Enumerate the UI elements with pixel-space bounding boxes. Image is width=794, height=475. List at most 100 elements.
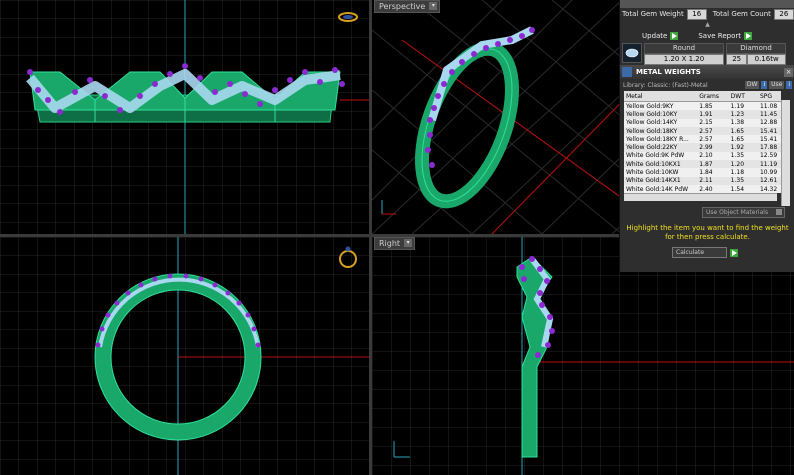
top-view-canvas [0,237,369,475]
cell-metal: Yellow Gold:22KY [626,144,678,152]
cell-metal: Yellow Gold:14KY [626,119,678,127]
cell-metal: White Gold:10KX1 [626,160,681,168]
play-icon [743,32,752,40]
cell-metal: White Gold:14KX1 [626,177,681,185]
play-icon [670,32,679,40]
cell-grams: 1.87 [699,160,713,168]
cell-grams: 2.15 [699,119,713,127]
cell-spg: 11.19 [759,160,778,168]
cell-spg: 12.88 [759,119,778,127]
gem-shape-label: Round [644,43,724,54]
table-row[interactable]: White Gold:14KX1 2.11 1.35 12.61 [624,176,781,185]
table-row[interactable]: Yellow Gold:9KY 1.85 1.19 11.08 [624,102,781,111]
cell-dwt: 1.38 [730,119,745,127]
cell-dwt: 1.23 [730,110,745,118]
table-row[interactable]: Yellow Gold:18KY 2.57 1.65 15.41 [624,126,781,136]
total-gem-weight-label: Total Gem Weight [622,10,684,18]
actions-row: Update Save Report [620,30,794,42]
total-gem-count-value: 26 [773,8,794,20]
metal-weights-header: METAL WEIGHTS × [620,65,794,79]
use-object-materials-checkbox[interactable]: Use Object Materials [702,207,785,219]
table-row[interactable]: Yellow Gold:22KY 2.99 1.92 17.88 [624,143,781,152]
viewport-label-right[interactable]: Right ▾ [374,237,416,250]
calculate-row: Calculate [672,247,794,259]
library-row: Library: Classic: (Fast)-Metal DW i Use … [620,79,794,91]
metal-weights-title: METAL WEIGHTS [636,68,701,76]
column-header-spg[interactable]: SPG [757,91,781,102]
right-view-canvas [372,237,794,475]
gem-material-label: Diamond [726,43,786,54]
cell-spg: 12.61 [759,177,778,185]
calculate-select[interactable]: Calculate [672,247,727,259]
cell-spg: 17.88 [759,144,778,152]
use-button[interactable]: Use [769,81,785,89]
cell-spg: 10.99 [759,169,778,177]
close-icon[interactable]: × [784,67,793,77]
cell-dwt: 1.19 [730,102,745,110]
cell-grams: 2.99 [699,144,713,152]
viewport-label-perspective[interactable]: Perspective ▾ [374,0,441,13]
info-icon[interactable]: i [761,81,768,89]
hint-text: Highlight the item you want to find the … [626,224,789,242]
viewport-divider-vertical[interactable] [369,0,372,475]
dw-button[interactable]: DW [744,81,760,89]
cell-grams: 1.84 [699,169,713,177]
cell-spg: 14.32 [759,185,778,193]
collapse-arrow-icon[interactable]: ▲ [705,21,710,28]
table-row[interactable]: White Gold:10KW 1.84 1.18 10.99 [624,168,781,176]
viewport-right[interactable]: Right ▾ [372,237,794,475]
cell-metal: Yellow Gold:18KY [626,127,678,135]
total-gem-count-label: Total Gem Count [712,10,771,18]
cell-dwt: 1.20 [730,160,745,168]
round-gem-icon [622,43,642,63]
cell-spg: 15.41 [759,127,778,135]
cell-spg: 12.59 [759,152,778,160]
front-view-canvas [0,0,369,234]
table-row[interactable]: White Gold:10KX1 1.87 1.20 11.19 [624,160,781,169]
info-icon[interactable]: i [786,81,792,89]
total-gem-weight-value: 16 [686,8,707,20]
update-button[interactable]: Update [642,32,679,40]
cell-metal: Yellow Gold:18KY R... [626,135,689,143]
gem-shape-cell: Round 1.20 X 1.20 [644,43,724,65]
cell-grams: 1.85 [699,102,713,110]
calculate-button[interactable] [730,248,738,257]
gem-row[interactable]: Round 1.20 X 1.20 Diamond 25 0.16tw [622,43,793,65]
cell-spg: 11.08 [759,102,778,110]
collapse-row: ▲ [620,20,794,28]
table-row[interactable]: Yellow Gold:14KY 2.15 1.38 12.88 [624,119,781,127]
cell-grams: 2.10 [699,152,713,160]
cell-dwt: 1.54 [730,185,745,193]
cell-metal: White Gold:10KW [626,169,679,177]
table-row[interactable]: White Gold:14K PdW 2.40 1.54 14.32 [624,185,781,193]
cell-dwt: 1.35 [730,177,745,185]
cell-grams: 2.57 [699,127,713,135]
cell-metal: Yellow Gold:9KY [626,102,674,110]
cell-dwt: 1.65 [730,135,745,143]
checkbox-icon [776,209,782,216]
table-horizontal-scrollbar[interactable] [624,193,777,202]
cell-metal: White Gold:14K PdW [626,185,689,193]
axis-gizmo [381,200,396,215]
gem-weight-value: 0.16tw [747,54,786,65]
gem-count-value: 25 [726,54,748,65]
save-report-button[interactable]: Save Report [698,32,752,40]
library-label: Library: Classic: (Fast)-Metal [623,81,708,89]
table-row[interactable]: Yellow Gold:10KY 1.91 1.23 11.45 [624,110,781,119]
table-vertical-scrollbar[interactable] [781,100,790,206]
gem-totals-row: Total Gem Weight 16 Total Gem Count 26 [620,8,794,20]
column-header-metal[interactable]: Metal [624,91,698,102]
viewport-front[interactable] [0,0,369,234]
cell-dwt: 1.35 [730,152,745,160]
column-header-grams[interactable]: Grams [697,91,729,102]
panel-top-bar [620,0,794,8]
gem-size-value: 1.20 X 1.20 [644,54,724,65]
cell-grams: 2.57 [699,135,713,143]
table-row[interactable]: White Gold:9K PdW 2.10 1.35 12.59 [624,152,781,160]
scale-icon [622,67,632,77]
viewport-top[interactable] [0,237,369,475]
column-header-dwt[interactable]: DWT [728,91,758,102]
table-row[interactable]: Yellow Gold:18KY R... 2.57 1.65 15.41 [624,135,781,143]
metal-weights-table[interactable]: Metal Grams DWT SPG Yellow Gold:9KY 1.85 1… [624,91,781,194]
gem-metal-panel: Total Gem Weight 16 Total Gem Count 26 ▲… [619,0,794,272]
